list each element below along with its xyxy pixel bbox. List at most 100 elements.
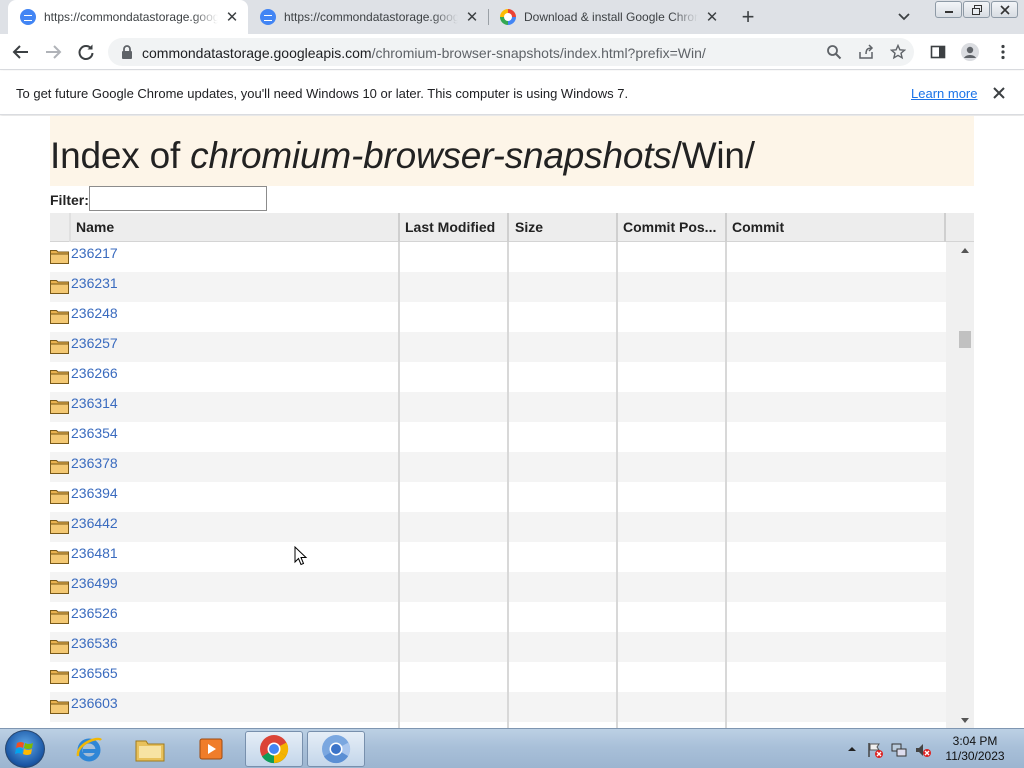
- chrome-icon: [260, 735, 289, 764]
- folder-link[interactable]: 236481: [71, 545, 118, 561]
- taskbar-chrome[interactable]: [245, 731, 303, 767]
- filter-input[interactable]: [89, 186, 267, 211]
- network-icon[interactable]: [890, 741, 907, 757]
- side-panel-icon[interactable]: [925, 39, 951, 65]
- close-icon[interactable]: [990, 84, 1008, 102]
- grid-body: 236217 236231 236248 236257 236266 236314 2363…: [50, 242, 946, 728]
- bookmark-star-icon[interactable]: [888, 42, 908, 62]
- show-hidden-icons-arrow-icon[interactable]: [844, 741, 860, 757]
- cloud-storage-favicon-icon: [260, 9, 276, 25]
- folder-link[interactable]: 236266: [71, 365, 118, 381]
- folder-icon: [50, 308, 69, 324]
- table-row: 236481: [50, 542, 946, 572]
- folder-link[interactable]: 236217: [71, 245, 118, 261]
- start-button[interactable]: [5, 730, 45, 768]
- folder-link[interactable]: 236536: [71, 635, 118, 651]
- folder-link[interactable]: 236257: [71, 335, 118, 351]
- scroll-down-arrow-icon[interactable]: [956, 712, 974, 728]
- infobar-message: To get future Google Chrome updates, you…: [16, 86, 629, 101]
- folder-link[interactable]: 236394: [71, 485, 118, 501]
- folder-icon: [50, 368, 69, 384]
- folder-link[interactable]: 236603: [71, 695, 118, 711]
- column-line: [398, 242, 400, 728]
- folder-link[interactable]: 236526: [71, 605, 118, 621]
- folder-icon: [50, 488, 69, 504]
- taskbar-chromium[interactable]: [307, 731, 365, 767]
- folder-link[interactable]: 236499: [71, 575, 118, 591]
- folder-icon: [50, 518, 69, 534]
- grid-gutter: [946, 242, 956, 728]
- folder-link[interactable]: 236378: [71, 455, 118, 471]
- profile-avatar-icon[interactable]: [957, 39, 983, 65]
- reload-icon[interactable]: [73, 39, 99, 65]
- minimize-icon[interactable]: [935, 1, 962, 18]
- table-row: 236248: [50, 302, 946, 332]
- grid-header: Name Last Modified Size Commit Pos... Co…: [50, 213, 974, 242]
- url-text[interactable]: commondatastorage.googleapis.com/chromiu…: [142, 45, 706, 61]
- forward-arrow-icon[interactable]: [40, 39, 66, 65]
- taskbar-file-explorer[interactable]: [121, 731, 179, 767]
- column-header-commit[interactable]: Commit: [726, 213, 946, 242]
- google-favicon-icon: [500, 9, 516, 25]
- folder-icon: [50, 668, 69, 684]
- table-row: 236536: [50, 632, 946, 662]
- mouse-cursor-icon: [294, 545, 308, 566]
- column-line: [616, 242, 618, 728]
- table-row: 236394: [50, 482, 946, 512]
- action-center-flag-icon[interactable]: [866, 741, 883, 758]
- scroll-thumb[interactable]: [959, 331, 971, 348]
- column-header-commit-position[interactable]: Commit Pos...: [617, 213, 725, 242]
- table-row: 236499: [50, 572, 946, 602]
- column-header-last-modified[interactable]: Last Modified: [399, 213, 507, 242]
- table-row: 236378: [50, 452, 946, 482]
- tab-close-icon[interactable]: ✕: [704, 9, 720, 26]
- folder-icon: [50, 458, 69, 474]
- table-row: 236217: [50, 242, 946, 272]
- folder-icon: [50, 578, 69, 594]
- folder-link[interactable]: 236354: [71, 425, 118, 441]
- tab-close-icon[interactable]: ✕: [224, 9, 240, 26]
- restore-icon[interactable]: [963, 1, 990, 18]
- zoom-search-icon[interactable]: [824, 42, 844, 62]
- folder-link[interactable]: 236442: [71, 515, 118, 531]
- column-line: [507, 242, 509, 728]
- address-bar[interactable]: commondatastorage.googleapis.com/chromiu…: [108, 38, 914, 66]
- folder-icon: [50, 608, 69, 624]
- scroll-up-arrow-icon[interactable]: [956, 242, 974, 260]
- volume-muted-icon[interactable]: [914, 741, 931, 757]
- file-grid: Name Last Modified Size Commit Pos... Co…: [50, 213, 974, 728]
- menu-kebab-icon[interactable]: [990, 39, 1016, 65]
- cloud-storage-favicon-icon: [20, 9, 36, 25]
- taskbar-clock[interactable]: 3:04 PM 11/30/2023: [940, 734, 1010, 764]
- new-tab-icon[interactable]: +: [736, 5, 760, 29]
- tab-commondatastorage-2[interactable]: https://commondatastorage.googleapis.com…: [248, 0, 488, 34]
- tab-download-chrome[interactable]: Download & install Google Chrome ✕: [488, 0, 728, 34]
- table-row: 236266: [50, 362, 946, 392]
- tab-close-icon[interactable]: ✕: [464, 9, 480, 26]
- close-window-icon[interactable]: [991, 1, 1018, 18]
- tab-strip: https://commondatastorage.googleapis.com…: [0, 0, 1024, 34]
- chromium-icon: [322, 735, 351, 764]
- table-row: 236565: [50, 662, 946, 692]
- folder-link[interactable]: 236565: [71, 665, 118, 681]
- share-icon[interactable]: [856, 42, 876, 62]
- learn-more-link[interactable]: Learn more: [911, 86, 977, 101]
- taskbar-internet-explorer[interactable]: [60, 731, 118, 767]
- folder-icon: [50, 698, 69, 714]
- tab-search-chevron-icon[interactable]: [893, 7, 915, 27]
- folder-icon: [50, 248, 69, 264]
- folder-icon: [50, 428, 69, 444]
- folder-link[interactable]: 236231: [71, 275, 118, 291]
- back-arrow-icon[interactable]: [8, 39, 34, 65]
- folder-link[interactable]: 236248: [71, 305, 118, 321]
- taskbar-media-player[interactable]: [182, 731, 240, 767]
- folder-link[interactable]: 236314: [71, 395, 118, 411]
- column-header-name[interactable]: Name: [70, 213, 398, 242]
- tab-commondatastorage-1[interactable]: https://commondatastorage.googleapis.com…: [8, 0, 248, 34]
- column-header-size[interactable]: Size: [509, 213, 616, 242]
- column-line: [725, 242, 727, 728]
- vertical-scrollbar[interactable]: [956, 242, 974, 728]
- table-row: 236257: [50, 332, 946, 362]
- filter-label: Filter:: [50, 192, 89, 208]
- lock-icon[interactable]: [120, 45, 134, 59]
